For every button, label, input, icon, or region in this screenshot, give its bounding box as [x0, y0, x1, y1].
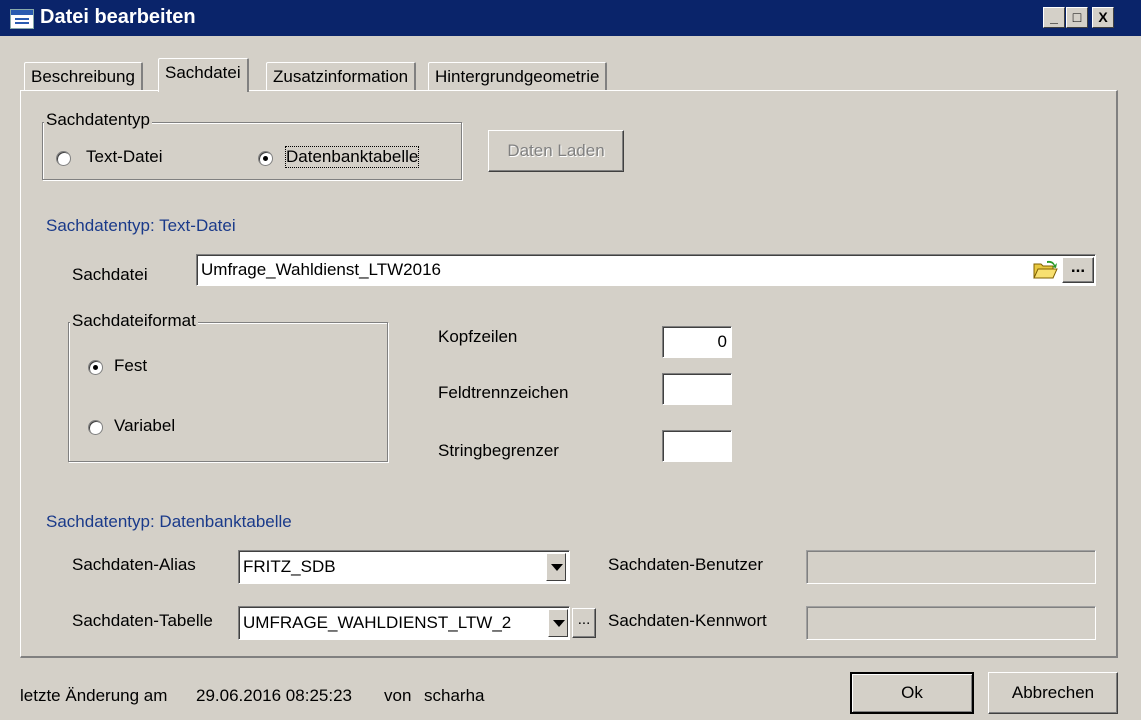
last-changed-date: 29.06.2016 08:25:23	[196, 686, 352, 705]
feldtrennzeichen-label: Feldtrennzeichen	[438, 383, 569, 402]
sachdatei-label: Sachdatei	[72, 265, 148, 284]
last-changed-label: letzte Änderung am	[20, 686, 168, 705]
von-label: von	[384, 686, 412, 705]
kopfzeilen-input[interactable]: 0	[662, 326, 732, 358]
maximize-button[interactable]: □	[1066, 7, 1088, 28]
sachdatei-value: Umfrage_Wahldienst_LTW2016	[201, 260, 442, 279]
sachdateiformat-legend: Sachdateiformat	[70, 311, 198, 331]
stringbegrenzer-input[interactable]	[662, 430, 732, 462]
alias-select[interactable]: FRITZ_SDB	[238, 550, 570, 584]
alias-label: Sachdaten-Alias	[72, 555, 196, 574]
feldtrennzeichen-input[interactable]	[662, 373, 732, 405]
radio-text-datei[interactable]	[56, 151, 71, 166]
radio-fest-label: Fest	[114, 356, 148, 375]
tab-beschreibung[interactable]: Beschreibung	[24, 62, 143, 92]
radio-variabel[interactable]	[88, 420, 103, 435]
sachdatei-input[interactable]: Umfrage_Wahldienst_LTW2016	[196, 254, 1096, 286]
stringbegrenzer-label: Stringbegrenzer	[438, 441, 559, 460]
sachdatei-browse-button[interactable]: ...	[1062, 257, 1094, 283]
radio-fest[interactable]	[88, 360, 103, 375]
folder-open-icon[interactable]	[1033, 259, 1059, 281]
sachdatentyp-legend: Sachdatentyp	[44, 110, 152, 130]
db-section-heading: Sachdatentyp: Datenbanktabelle	[46, 512, 292, 531]
tabelle-value: UMFRAGE_WAHLDIENST_LTW_2	[243, 613, 512, 632]
kopfzeilen-label: Kopfzeilen	[438, 327, 518, 346]
minimize-button[interactable]: _	[1043, 7, 1065, 28]
title-bar[interactable]: Datei bearbeiten _ □ X	[0, 0, 1141, 36]
text-section-heading: Sachdatentyp: Text-Datei	[46, 216, 236, 235]
tabelle-select[interactable]: UMFRAGE_WAHLDIENST_LTW_2	[238, 606, 570, 640]
kennwort-label: Sachdaten-Kennwort	[608, 611, 767, 630]
alias-dropdown-chevron-icon[interactable]	[546, 553, 566, 581]
cancel-button[interactable]: Abbrechen	[988, 672, 1118, 714]
radio-variabel-label: Variabel	[114, 416, 176, 435]
tab-sachdatei[interactable]: Sachdatei	[158, 58, 249, 92]
alias-value: FRITZ_SDB	[243, 557, 336, 576]
window-title: Datei bearbeiten	[40, 6, 196, 28]
ok-button[interactable]: Ok	[850, 672, 974, 714]
tab-zusatzinformation[interactable]: Zusatzinformation	[266, 62, 417, 92]
radio-datenbanktabelle-label: Datenbanktabelle	[284, 146, 420, 168]
benutzer-label: Sachdaten-Benutzer	[608, 555, 763, 574]
last-changed-user: scharha	[424, 686, 485, 705]
daten-laden-button[interactable]: Daten Laden	[488, 130, 624, 172]
tab-hintergrundgeometrie[interactable]: Hintergrundgeometrie	[428, 62, 608, 92]
kennwort-input[interactable]	[806, 606, 1096, 640]
tabelle-dropdown-chevron-icon[interactable]	[548, 609, 568, 637]
radio-datenbanktabelle[interactable]	[258, 151, 273, 166]
benutzer-input[interactable]	[806, 550, 1096, 584]
table-icon	[10, 9, 34, 29]
close-button[interactable]: X	[1092, 7, 1114, 28]
sachdateiformat-group	[68, 322, 388, 462]
tabelle-label: Sachdaten-Tabelle	[72, 611, 213, 630]
tabelle-browse-button[interactable]: ...	[572, 608, 596, 638]
radio-text-datei-label: Text-Datei	[86, 147, 163, 166]
